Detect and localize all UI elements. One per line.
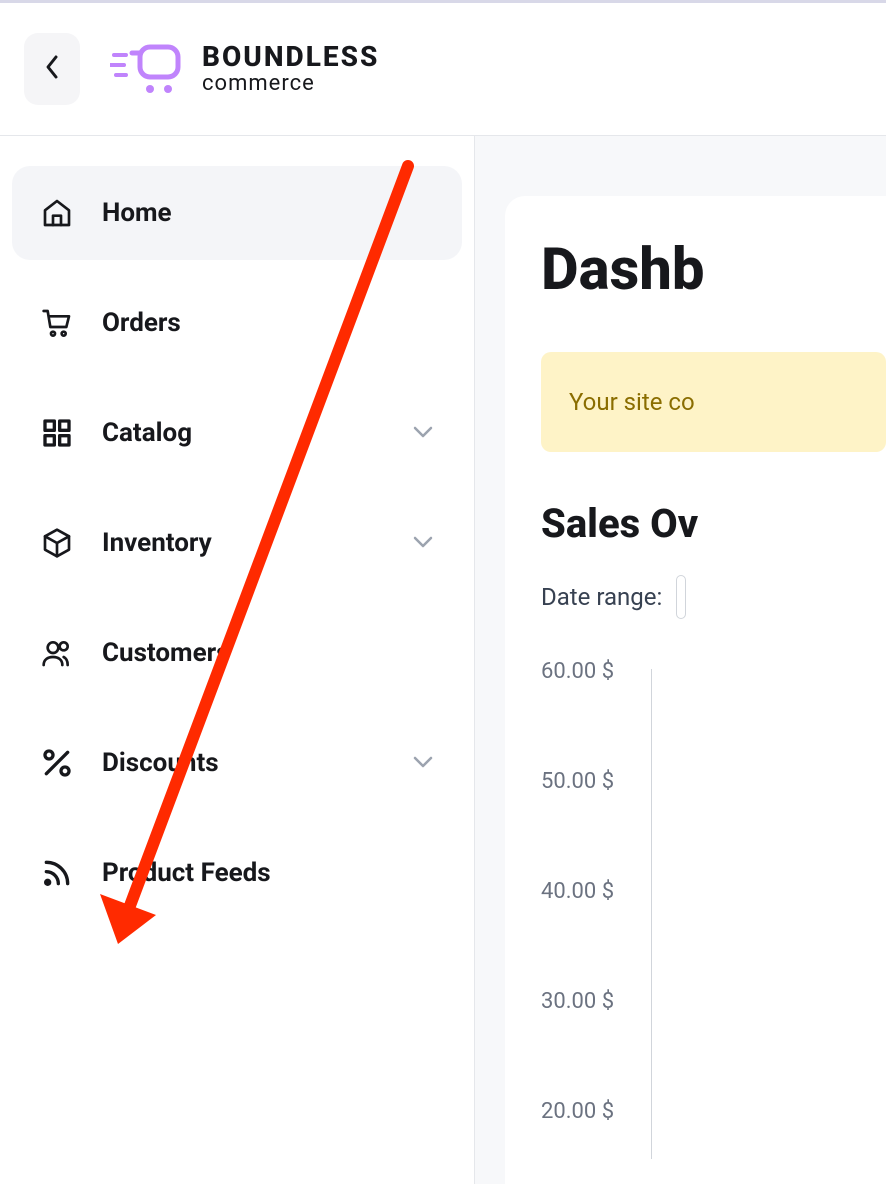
logo-text: BOUNDLESS commerce	[202, 43, 379, 95]
alert-banner: Your site co	[541, 352, 886, 452]
back-button[interactable]	[24, 33, 80, 105]
logo[interactable]: BOUNDLESS commerce	[110, 39, 379, 99]
header: BOUNDLESS commerce	[0, 3, 886, 136]
sidebar-item-product-feeds[interactable]: Product Feeds	[12, 826, 462, 920]
page-title: Dashb	[541, 236, 886, 304]
sidebar-item-label: Discounts	[102, 748, 219, 778]
logo-cart-icon	[110, 39, 186, 99]
date-range-row: Date range:	[541, 575, 886, 619]
y-axis-tick: 20.00 $	[541, 1099, 614, 1124]
alert-text: Your site co	[569, 388, 695, 416]
sidebar-item-label: Inventory	[102, 528, 212, 558]
sidebar-item-label: Home	[102, 198, 172, 228]
sidebar-item-label: Catalog	[102, 418, 192, 448]
chevron-down-icon	[412, 424, 434, 443]
box-icon	[40, 526, 74, 560]
cart-icon	[40, 306, 74, 340]
date-range-label: Date range:	[541, 583, 662, 611]
content-area: Dashb Your site co Sales Ov Date range: …	[475, 136, 886, 1184]
section-title: Sales Ov	[541, 500, 886, 547]
home-icon	[40, 196, 74, 230]
sidebar-item-catalog[interactable]: Catalog	[12, 386, 462, 480]
sidebar-item-label: Customers	[102, 638, 230, 668]
y-axis-tick: 40.00 $	[541, 879, 614, 904]
percent-icon	[40, 746, 74, 780]
main: Home Orders Catalog	[0, 136, 886, 1184]
sales-chart: 60.00 $ 50.00 $ 40.00 $ 30.00 $ 20.00 $	[541, 659, 886, 1159]
date-range-select[interactable]	[676, 575, 686, 619]
chart-grid	[651, 669, 886, 1159]
sidebar: Home Orders Catalog	[0, 136, 475, 1184]
content-card: Dashb Your site co Sales Ov Date range: …	[505, 196, 886, 1184]
y-axis-tick: 50.00 $	[541, 769, 614, 794]
sidebar-item-customers[interactable]: Customers	[12, 606, 462, 700]
sidebar-item-label: Orders	[102, 308, 181, 338]
sidebar-item-orders[interactable]: Orders	[12, 276, 462, 370]
brand-name: BOUNDLESS	[202, 43, 379, 71]
sidebar-item-inventory[interactable]: Inventory	[12, 496, 462, 590]
brand-sub: commerce	[202, 73, 379, 95]
users-icon	[40, 636, 74, 670]
sidebar-item-home[interactable]: Home	[12, 166, 462, 260]
y-axis-tick: 60.00 $	[541, 659, 614, 684]
chevron-left-icon	[43, 53, 61, 85]
grid-icon	[40, 416, 74, 450]
sidebar-item-discounts[interactable]: Discounts	[12, 716, 462, 810]
rss-icon	[40, 856, 74, 890]
chevron-down-icon	[412, 754, 434, 773]
y-axis-tick: 30.00 $	[541, 989, 614, 1014]
sidebar-item-label: Product Feeds	[102, 858, 271, 888]
chevron-down-icon	[412, 534, 434, 553]
